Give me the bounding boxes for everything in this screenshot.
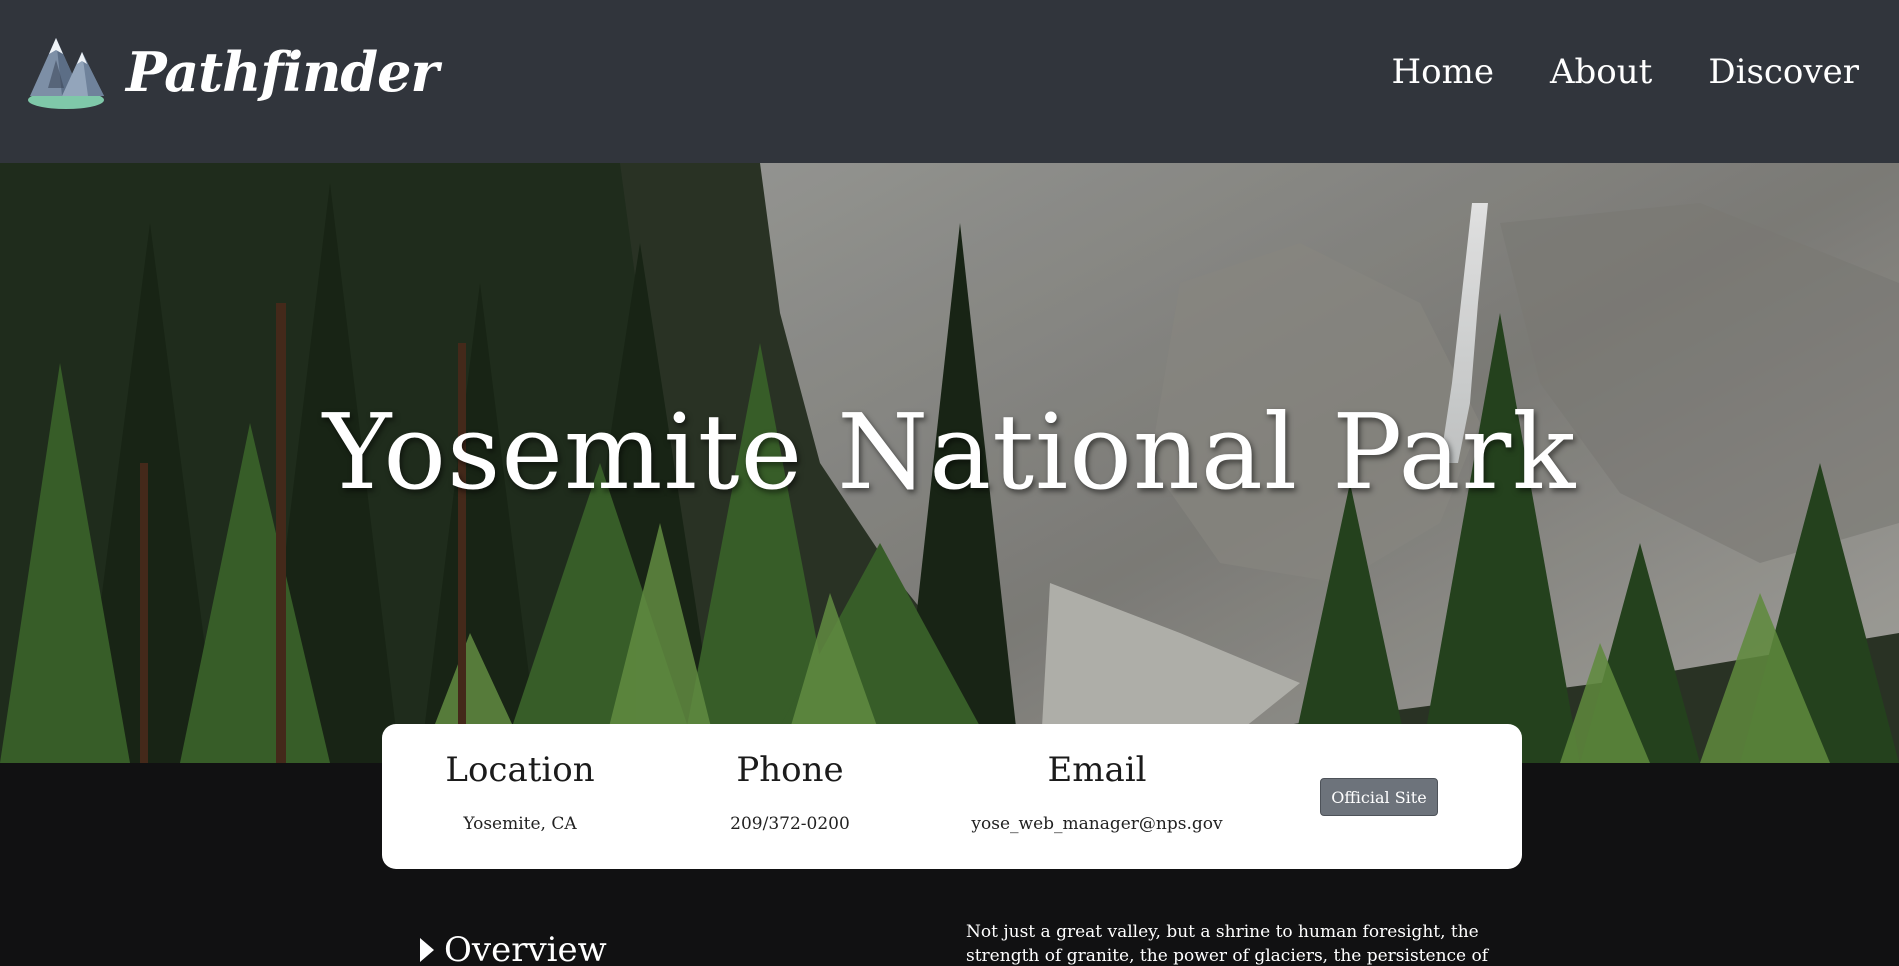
official-site-button[interactable]: Official Site — [1320, 778, 1438, 816]
main-nav: Home About Discover — [1391, 52, 1859, 92]
info-email: Email yose_web_manager@nps.gov — [952, 750, 1242, 834]
nav-link-about[interactable]: About — [1550, 52, 1652, 92]
info-phone: Phone 209/372-0200 — [700, 750, 880, 834]
overview-toggle[interactable]: Overview — [420, 930, 607, 966]
nav-link-home[interactable]: Home — [1391, 52, 1493, 92]
phone-value: 209/372-0200 — [730, 814, 850, 834]
brand-name: Pathfinder — [126, 40, 439, 104]
location-label: Location — [445, 750, 595, 790]
top-navbar: Pathfinder Home About Discover — [0, 0, 1899, 163]
overview-label: Overview — [444, 930, 607, 966]
park-title: Yosemite National Park — [322, 391, 1577, 513]
hero-banner: Yosemite National Park — [0, 163, 1899, 763]
park-description: Not just a great valley, but a shrine to… — [966, 922, 1489, 966]
caret-right-icon — [420, 938, 434, 962]
mountain-logo-icon — [28, 38, 104, 109]
brand-logo[interactable]: Pathfinder — [22, 30, 439, 114]
location-value: Yosemite, CA — [463, 814, 577, 834]
phone-label: Phone — [736, 750, 844, 790]
info-location: Location Yosemite, CA — [430, 750, 610, 834]
email-value: yose_web_manager@nps.gov — [971, 814, 1223, 834]
park-info-card: Location Yosemite, CA Phone 209/372-0200… — [382, 724, 1522, 869]
nav-link-discover[interactable]: Discover — [1708, 52, 1859, 92]
email-label: Email — [1047, 750, 1147, 790]
